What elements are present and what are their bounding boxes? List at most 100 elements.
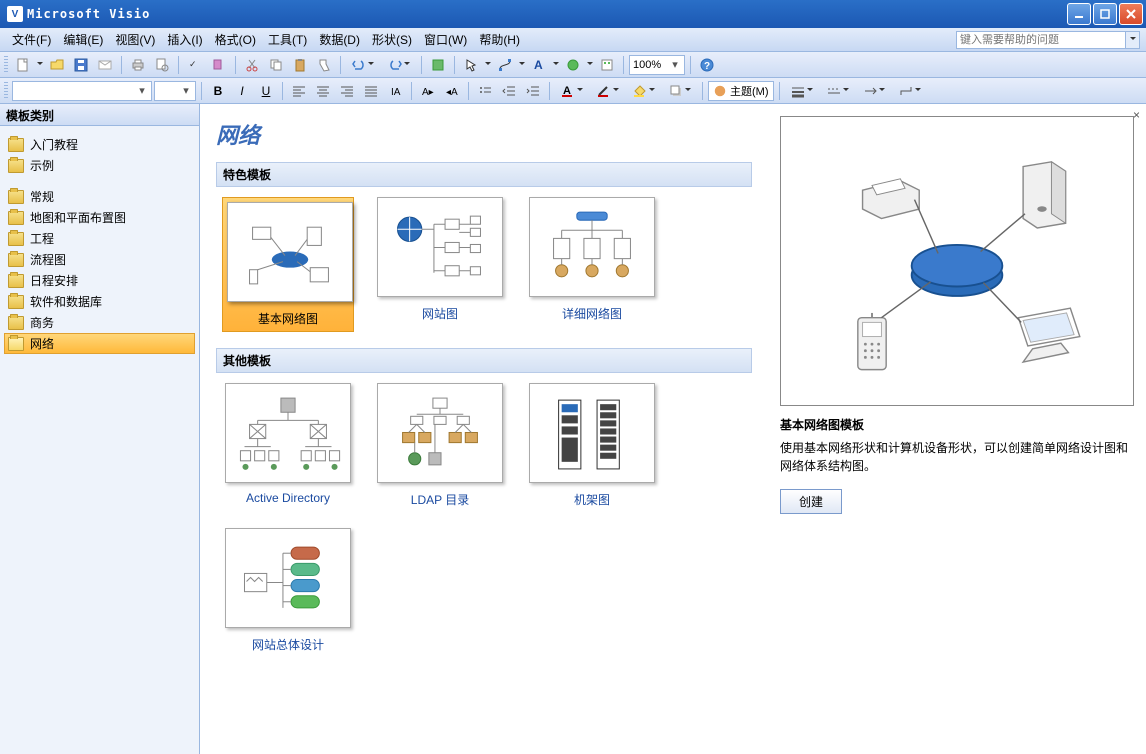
template-detailed-network[interactable]: 详细网络图 — [526, 197, 658, 332]
paste-button[interactable] — [289, 54, 311, 76]
close-panel-button[interactable]: × — [1133, 108, 1140, 122]
maximize-button[interactable] — [1093, 3, 1117, 25]
bullets-button[interactable] — [474, 80, 496, 102]
cut-button[interactable] — [241, 54, 263, 76]
help-search-input[interactable] — [956, 31, 1126, 49]
theme-button[interactable]: 主题(M) — [708, 81, 774, 101]
grip-icon — [4, 56, 8, 74]
email-button[interactable] — [94, 54, 116, 76]
svg-text:?: ? — [704, 61, 710, 72]
copy-button[interactable] — [265, 54, 287, 76]
svg-text:✓: ✓ — [189, 59, 197, 69]
line-ends-button[interactable] — [857, 80, 891, 102]
font-combo[interactable]: ▾ — [12, 81, 152, 101]
create-button[interactable]: 创建 — [780, 489, 842, 514]
sidebar-item-flowchart[interactable]: 流程图 — [4, 249, 195, 270]
decrease-font-button[interactable]: ◂A — [441, 80, 463, 102]
align-left-button[interactable] — [288, 80, 310, 102]
template-site-design[interactable]: 网站总体设计 — [222, 528, 354, 653]
content-area: × 网络 特色模板 基本网络图 网站图 — [200, 104, 1146, 754]
menu-tools[interactable]: 工具(T) — [262, 29, 313, 50]
menu-data[interactable]: 数据(D) — [313, 29, 366, 50]
fontsize-combo[interactable]: ▾ — [154, 81, 196, 101]
menu-insert[interactable]: 插入(I) — [161, 29, 208, 50]
template-ldap[interactable]: LDAP 目录 — [374, 383, 506, 508]
help-dropdown[interactable] — [1126, 31, 1140, 49]
align-justify-button[interactable] — [360, 80, 382, 102]
menu-shapes[interactable]: 形状(S) — [366, 29, 418, 50]
template-area: 网络 特色模板 基本网络图 网站图 — [200, 104, 768, 754]
template-name: 详细网络图 — [526, 305, 658, 322]
align-center-button[interactable] — [312, 80, 334, 102]
sidebar-item-label: 地图和平面布置图 — [30, 209, 126, 226]
bold-button[interactable]: B — [207, 80, 229, 102]
new-button[interactable] — [12, 54, 34, 76]
sidebar-item-samples[interactable]: 示例 — [4, 155, 195, 176]
increase-indent-button[interactable] — [522, 80, 544, 102]
dropdown-icon[interactable] — [586, 62, 594, 68]
insert-data-button[interactable] — [427, 54, 449, 76]
menu-edit[interactable]: 编辑(E) — [57, 29, 109, 50]
template-thumbnail — [529, 197, 655, 297]
save-button[interactable] — [70, 54, 92, 76]
menu-file[interactable]: 文件(F) — [6, 29, 57, 50]
menu-window[interactable]: 窗口(W) — [418, 29, 473, 50]
shadow-button[interactable] — [663, 80, 697, 102]
align-right-button[interactable] — [336, 80, 358, 102]
redo-button[interactable] — [382, 54, 416, 76]
text-tool-button[interactable]: A — [528, 54, 550, 76]
fill-color-button[interactable] — [627, 80, 661, 102]
dropdown-icon[interactable] — [484, 62, 492, 68]
menu-view[interactable]: 视图(V) — [109, 29, 161, 50]
menu-format[interactable]: 格式(O) — [209, 29, 262, 50]
folder-icon — [8, 159, 24, 173]
sidebar-item-getting-started[interactable]: 入门教程 — [4, 134, 195, 155]
help-button[interactable]: ? — [696, 54, 718, 76]
close-button[interactable] — [1119, 3, 1143, 25]
template-active-directory[interactable]: Active Directory — [222, 383, 354, 508]
vertical-text-button[interactable]: IA — [384, 80, 406, 102]
template-thumbnail — [529, 383, 655, 483]
spellcheck-button[interactable]: ✓ — [184, 54, 206, 76]
open-button[interactable] — [46, 54, 68, 76]
sidebar-item-general[interactable]: 常规 — [4, 186, 195, 207]
format-painter-button[interactable] — [313, 54, 335, 76]
zoom-combo[interactable]: 100%▾ — [629, 55, 685, 75]
dropdown-icon[interactable] — [36, 62, 44, 68]
decrease-indent-button[interactable] — [498, 80, 520, 102]
minimize-button[interactable] — [1067, 3, 1091, 25]
pointer-tool-button[interactable] — [460, 54, 482, 76]
line-weight-button[interactable] — [785, 80, 819, 102]
sidebar-item-engineering[interactable]: 工程 — [4, 228, 195, 249]
template-rack[interactable]: 机架图 — [526, 383, 658, 508]
sidebar-item-network[interactable]: 网络 — [4, 333, 195, 354]
sidebar-item-maps[interactable]: 地图和平面布置图 — [4, 207, 195, 228]
italic-button[interactable]: I — [231, 80, 253, 102]
svg-text:A: A — [534, 58, 543, 72]
sidebar-item-label: 商务 — [30, 314, 54, 331]
line-pattern-button[interactable] — [821, 80, 855, 102]
sidebar-item-business[interactable]: 商务 — [4, 312, 195, 333]
research-button[interactable] — [208, 54, 230, 76]
sidebar-item-schedule[interactable]: 日程安排 — [4, 270, 195, 291]
sidebar-group-1: 入门教程 示例 — [4, 134, 195, 176]
menu-help[interactable]: 帮助(H) — [473, 29, 526, 50]
template-basic-network[interactable]: 基本网络图 — [222, 197, 354, 332]
template-website[interactable]: 网站图 — [374, 197, 506, 332]
sidebar-item-software[interactable]: 软件和数据库 — [4, 291, 195, 312]
dropdown-icon[interactable] — [518, 62, 526, 68]
line-color-button[interactable] — [591, 80, 625, 102]
font-color-button[interactable]: A — [555, 80, 589, 102]
folder-icon — [8, 138, 24, 152]
stencil-button[interactable] — [596, 54, 618, 76]
print-preview-button[interactable] — [151, 54, 173, 76]
print-button[interactable] — [127, 54, 149, 76]
underline-button[interactable]: U — [255, 80, 277, 102]
connector-tool-button[interactable] — [494, 54, 516, 76]
template-name: 网站总体设计 — [222, 636, 354, 653]
undo-button[interactable] — [346, 54, 380, 76]
connector-type-button[interactable] — [893, 80, 927, 102]
dropdown-icon[interactable] — [552, 62, 560, 68]
increase-font-button[interactable]: A▸ — [417, 80, 439, 102]
ink-tool-button[interactable] — [562, 54, 584, 76]
